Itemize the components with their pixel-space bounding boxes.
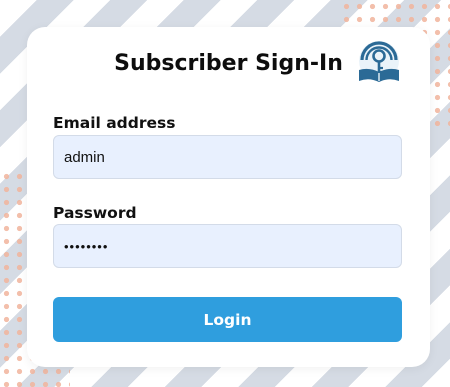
email-label: Email address [53,114,176,132]
password-label: Password [53,204,137,222]
password-field[interactable] [53,224,402,268]
login-card: Subscriber Sign-In Email address Passwor… [27,27,430,367]
key-book-icon [359,41,399,82]
email-field[interactable] [53,135,402,179]
login-button[interactable]: Login [53,297,402,342]
